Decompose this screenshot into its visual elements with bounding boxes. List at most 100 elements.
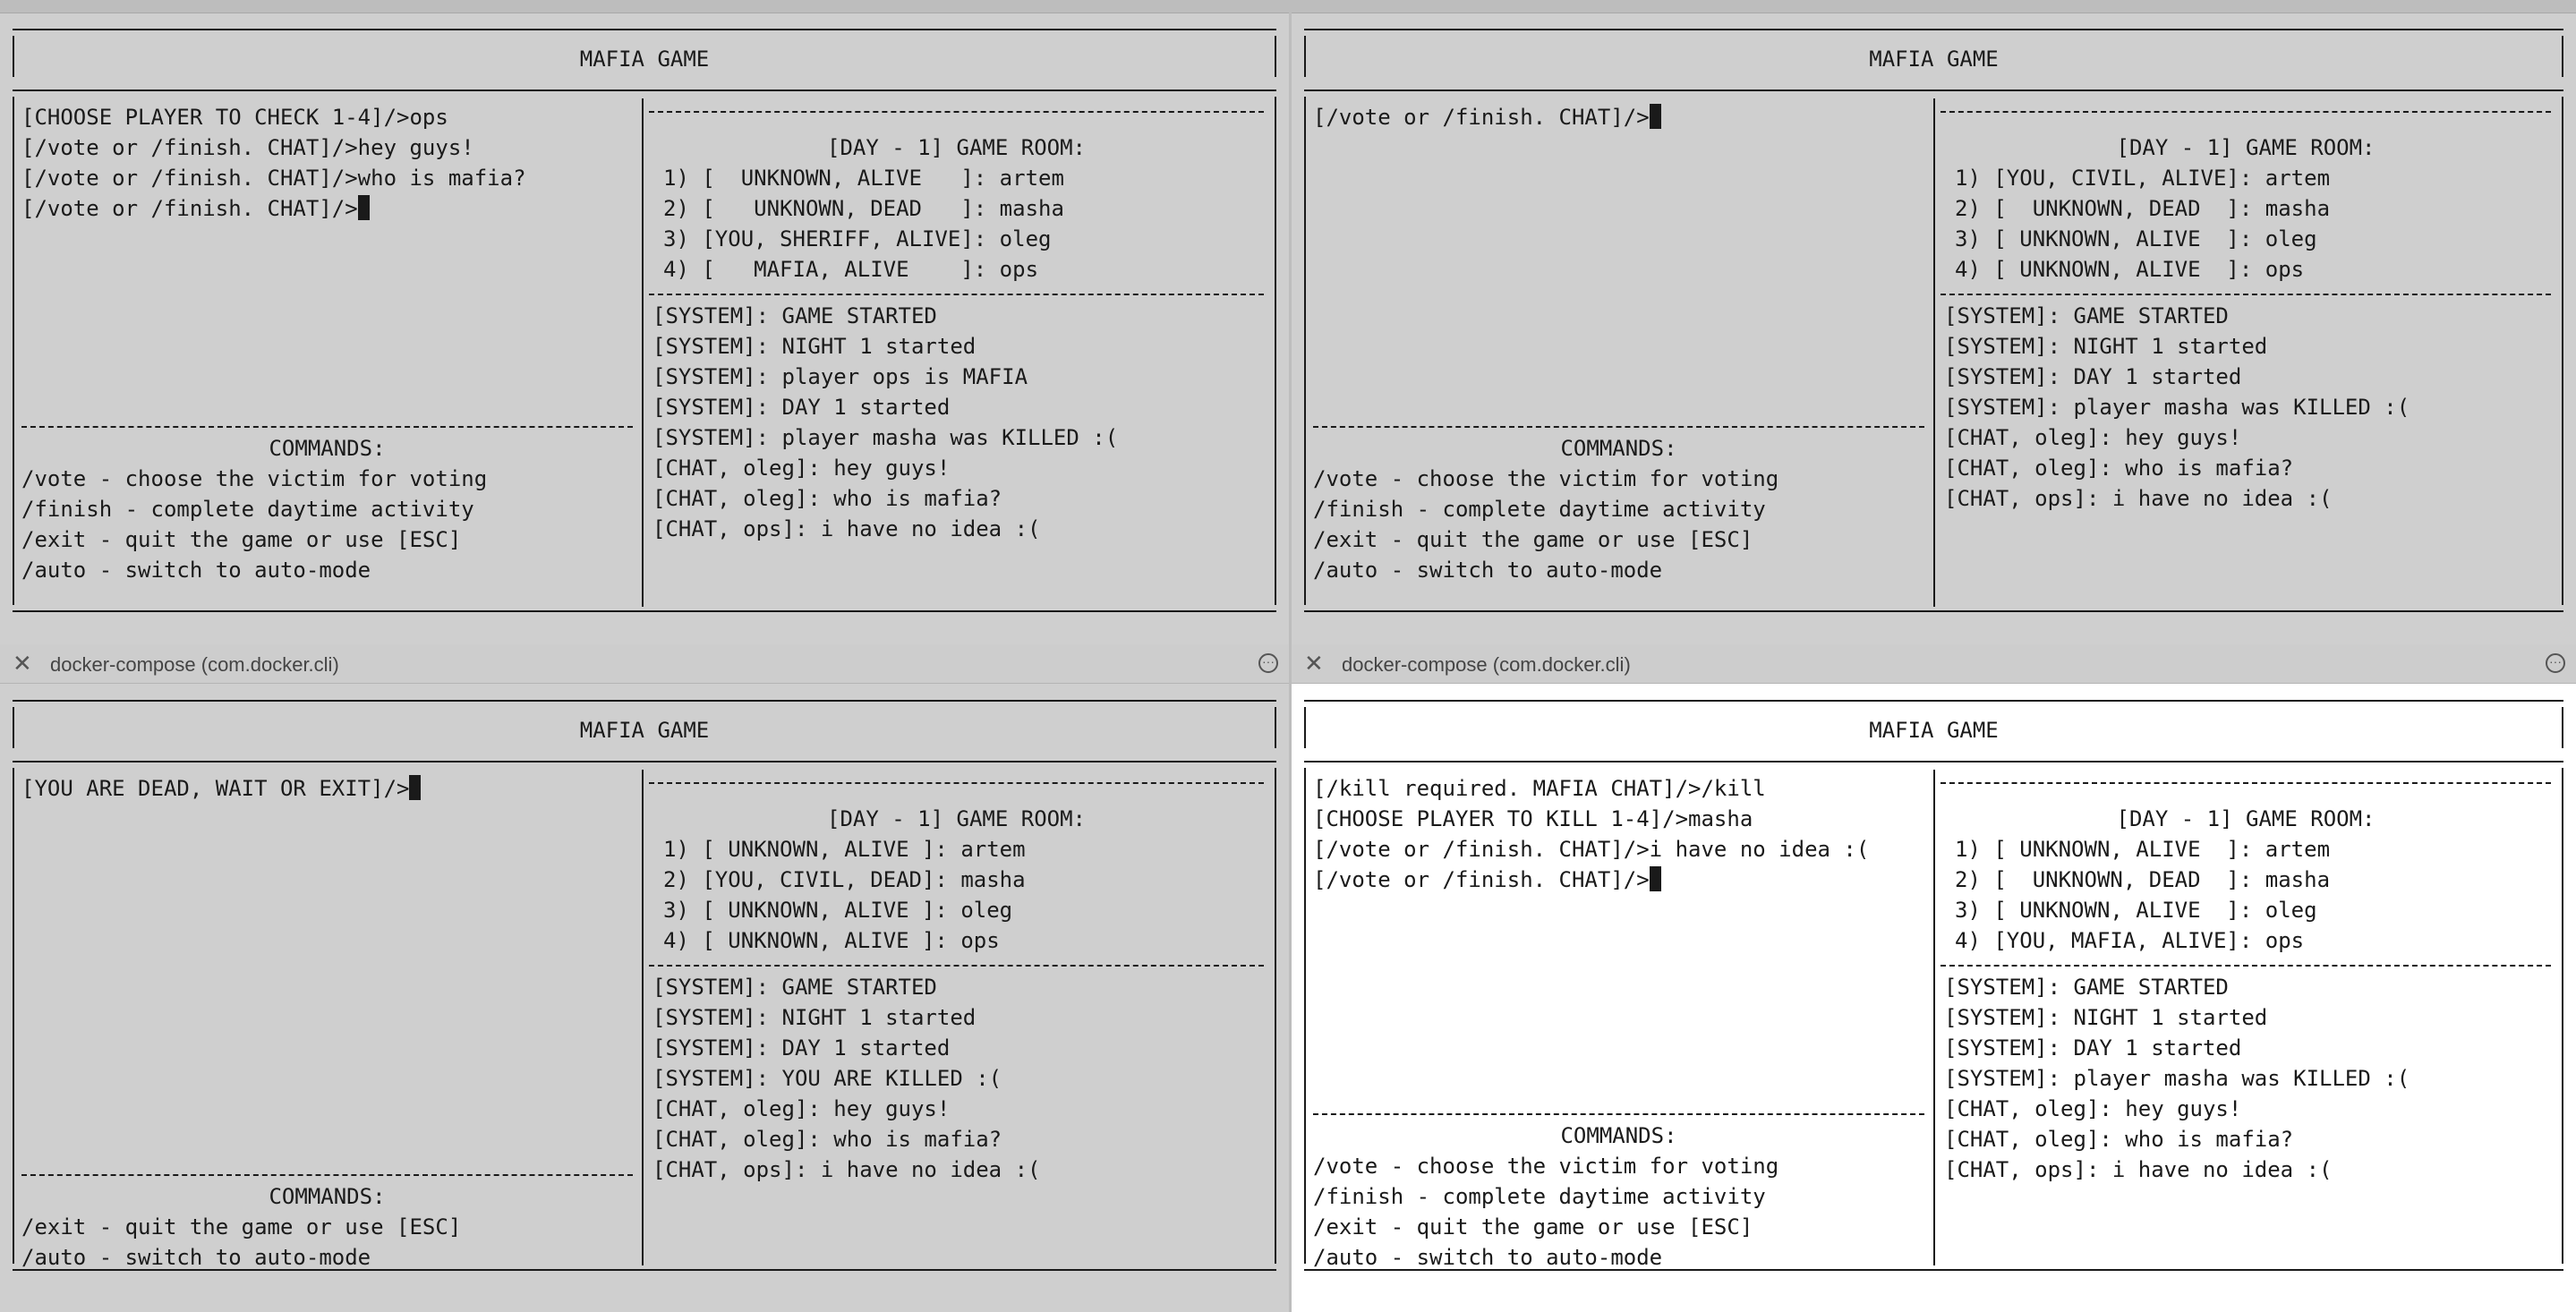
game-title: MAFIA GAME bbox=[579, 718, 710, 743]
terminal-pane-dead[interactable]: ✕ docker-compose (com.docker.cli) ··· MA… bbox=[0, 644, 1289, 1312]
commands-header: COMMANDS: bbox=[269, 436, 386, 461]
commands-separator bbox=[1313, 1113, 1924, 1115]
command-item: /vote - choose the victim for voting bbox=[1313, 466, 1779, 491]
frame-title-line bbox=[1304, 89, 2563, 91]
terminal-content[interactable]: MAFIA GAME [/kill required. MAFIA CHAT]/>… bbox=[1292, 684, 2576, 1312]
command-item: /finish - complete daytime activity bbox=[21, 497, 474, 522]
log-separator bbox=[649, 294, 1264, 295]
close-icon[interactable]: ✕ bbox=[13, 652, 32, 675]
input-line: [CHOOSE PLAYER TO CHECK 1-4]/>ops bbox=[21, 105, 448, 130]
input-line[interactable]: [/vote or /finish. CHAT]/> bbox=[21, 193, 370, 224]
input-line[interactable]: [/vote or /finish. CHAT]/> bbox=[1313, 865, 1661, 895]
command-item: /auto - switch to auto-mode bbox=[21, 1245, 371, 1270]
commands-separator bbox=[1313, 426, 1924, 428]
player-row: 4) [ UNKNOWN, ALIVE ]: ops bbox=[1955, 257, 2305, 282]
game-title: MAFIA GAME bbox=[579, 47, 710, 72]
commands-header: COMMANDS: bbox=[1560, 1123, 1677, 1148]
player-row: 4) [ MAFIA, ALIVE ]: ops bbox=[663, 257, 1039, 282]
commands-separator bbox=[21, 426, 633, 428]
log-line: [SYSTEM]: GAME STARTED bbox=[653, 975, 937, 1000]
log-line: [CHAT, ops]: i have no idea :( bbox=[1944, 486, 2333, 511]
input-line: [/vote or /finish. CHAT]/>hey guys! bbox=[21, 135, 474, 160]
room-top-separator bbox=[649, 111, 1264, 113]
terminal-pane-mafia[interactable]: ✕ docker-compose (com.docker.cli) ··· MA… bbox=[1289, 644, 2576, 1312]
text-cursor bbox=[409, 775, 422, 800]
column-divider bbox=[642, 98, 644, 607]
column-divider bbox=[1933, 98, 1935, 607]
command-item: /auto - switch to auto-mode bbox=[1313, 1245, 1663, 1270]
log-separator bbox=[1941, 965, 2551, 967]
log-line: [SYSTEM]: YOU ARE KILLED :( bbox=[653, 1066, 1002, 1091]
log-line: [CHAT, oleg]: hey guys! bbox=[1944, 425, 2242, 450]
log-line: [SYSTEM]: player masha was KILLED :( bbox=[1944, 1066, 2410, 1091]
commands-header: COMMANDS: bbox=[1560, 436, 1677, 461]
command-item: /finish - complete daytime activity bbox=[1313, 1184, 1766, 1209]
room-header: [DAY - 1] GAME ROOM: bbox=[827, 135, 1086, 160]
command-item: /exit - quit the game or use [ESC] bbox=[21, 1214, 462, 1240]
log-line: [SYSTEM]: NIGHT 1 started bbox=[1944, 1005, 2268, 1030]
player-row: 3) [YOU, SHERIFF, ALIVE]: oleg bbox=[663, 226, 1052, 251]
text-cursor bbox=[357, 195, 370, 220]
log-line: [SYSTEM]: NIGHT 1 started bbox=[653, 334, 977, 359]
log-line: [SYSTEM]: GAME STARTED bbox=[653, 303, 937, 328]
window-titlebar[interactable]: ✕ docker-compose (com.docker.cli) ··· bbox=[1292, 644, 2576, 684]
frame-top-line bbox=[13, 29, 1276, 30]
log-line: [CHAT, oleg]: who is mafia? bbox=[1944, 1127, 2294, 1152]
more-options-icon[interactable]: ··· bbox=[2546, 653, 2565, 673]
text-cursor bbox=[1649, 104, 1661, 129]
log-line: [CHAT, oleg]: who is mafia? bbox=[1944, 456, 2294, 481]
terminal-pane-sheriff[interactable]: MAFIA GAME [CHOOSE PLAYER TO CHECK 1-4]/>… bbox=[0, 0, 1289, 644]
frame-top-line bbox=[1304, 29, 2563, 30]
command-item: /exit - quit the game or use [ESC] bbox=[1313, 527, 1753, 552]
log-line: [CHAT, oleg]: hey guys! bbox=[653, 456, 951, 481]
player-row: 1) [ UNKNOWN, ALIVE ]: artem bbox=[663, 837, 1026, 862]
log-line: [SYSTEM]: NIGHT 1 started bbox=[1944, 334, 2268, 359]
log-line: [SYSTEM]: GAME STARTED bbox=[1944, 975, 2229, 1000]
log-line: [SYSTEM]: DAY 1 started bbox=[1944, 1035, 2242, 1061]
log-line: [CHAT, oleg]: hey guys! bbox=[653, 1096, 951, 1121]
log-line: [SYSTEM]: player masha was KILLED :( bbox=[653, 425, 1119, 450]
log-line: [CHAT, oleg]: hey guys! bbox=[1944, 1096, 2242, 1121]
input-line: [/vote or /finish. CHAT]/>who is mafia? bbox=[21, 166, 526, 191]
commands-header: COMMANDS: bbox=[269, 1184, 386, 1209]
input-line[interactable]: [/vote or /finish. CHAT]/> bbox=[1313, 102, 1661, 132]
room-top-separator bbox=[1941, 111, 2551, 113]
input-line[interactable]: [YOU ARE DEAD, WAIT OR EXIT]/> bbox=[21, 773, 422, 804]
player-row: 1) [ UNKNOWN, ALIVE ]: artem bbox=[663, 166, 1064, 191]
player-row: 2) [ UNKNOWN, DEAD ]: masha bbox=[1955, 196, 2331, 221]
frame-title-line bbox=[13, 761, 1276, 762]
player-row: 3) [ UNKNOWN, ALIVE ]: oleg bbox=[1955, 898, 2317, 923]
player-row: 1) [ UNKNOWN, ALIVE ]: artem bbox=[1955, 837, 2331, 862]
log-line: [SYSTEM]: DAY 1 started bbox=[653, 1035, 951, 1061]
more-options-icon[interactable]: ··· bbox=[1258, 653, 1278, 673]
log-line: [CHAT, oleg]: who is mafia? bbox=[653, 486, 1002, 511]
log-line: [SYSTEM]: GAME STARTED bbox=[1944, 303, 2229, 328]
frame-title-line bbox=[1304, 761, 2563, 762]
frame-title-line bbox=[13, 89, 1276, 91]
player-row: 1) [YOU, CIVIL, ALIVE]: artem bbox=[1955, 166, 2331, 191]
terminal-content[interactable]: MAFIA GAME [/vote or /finish. CHAT]/> COMM… bbox=[1292, 13, 2576, 644]
text-cursor bbox=[1649, 866, 1661, 891]
input-line: [CHOOSE PLAYER TO KILL 1-4]/>masha bbox=[1313, 806, 1753, 831]
room-header: [DAY - 1] GAME ROOM: bbox=[827, 806, 1086, 831]
log-line: [CHAT, ops]: i have no idea :( bbox=[1944, 1157, 2333, 1182]
log-line: [SYSTEM]: player ops is MAFIA bbox=[653, 364, 1028, 389]
terminal-pane-civil[interactable]: MAFIA GAME [/vote or /finish. CHAT]/> COMM… bbox=[1289, 0, 2576, 644]
input-line: [/kill required. MAFIA CHAT]/>/kill bbox=[1313, 776, 1766, 801]
window-top-strip bbox=[1292, 0, 2576, 13]
window-top-strip bbox=[0, 0, 1289, 13]
window-titlebar[interactable]: ✕ docker-compose (com.docker.cli) ··· bbox=[0, 644, 1289, 684]
command-item: /exit - quit the game or use [ESC] bbox=[21, 527, 462, 552]
log-separator bbox=[1941, 294, 2551, 295]
close-icon[interactable]: ✕ bbox=[1304, 652, 1324, 675]
frame-bottom-line bbox=[13, 610, 1276, 612]
log-line: [CHAT, ops]: i have no idea :( bbox=[653, 516, 1041, 541]
game-title: MAFIA GAME bbox=[1869, 47, 1999, 72]
window-title: docker-compose (com.docker.cli) bbox=[50, 653, 339, 676]
log-line: [SYSTEM]: player masha was KILLED :( bbox=[1944, 395, 2410, 420]
player-row: 2) [YOU, CIVIL, DEAD]: masha bbox=[663, 867, 1026, 892]
terminal-content[interactable]: MAFIA GAME [CHOOSE PLAYER TO CHECK 1-4]/>… bbox=[0, 13, 1289, 644]
log-line: [SYSTEM]: DAY 1 started bbox=[653, 395, 951, 420]
terminal-content[interactable]: MAFIA GAME [YOU ARE DEAD, WAIT OR EXIT]/>… bbox=[0, 684, 1289, 1312]
frame-bottom-line bbox=[1304, 610, 2563, 612]
